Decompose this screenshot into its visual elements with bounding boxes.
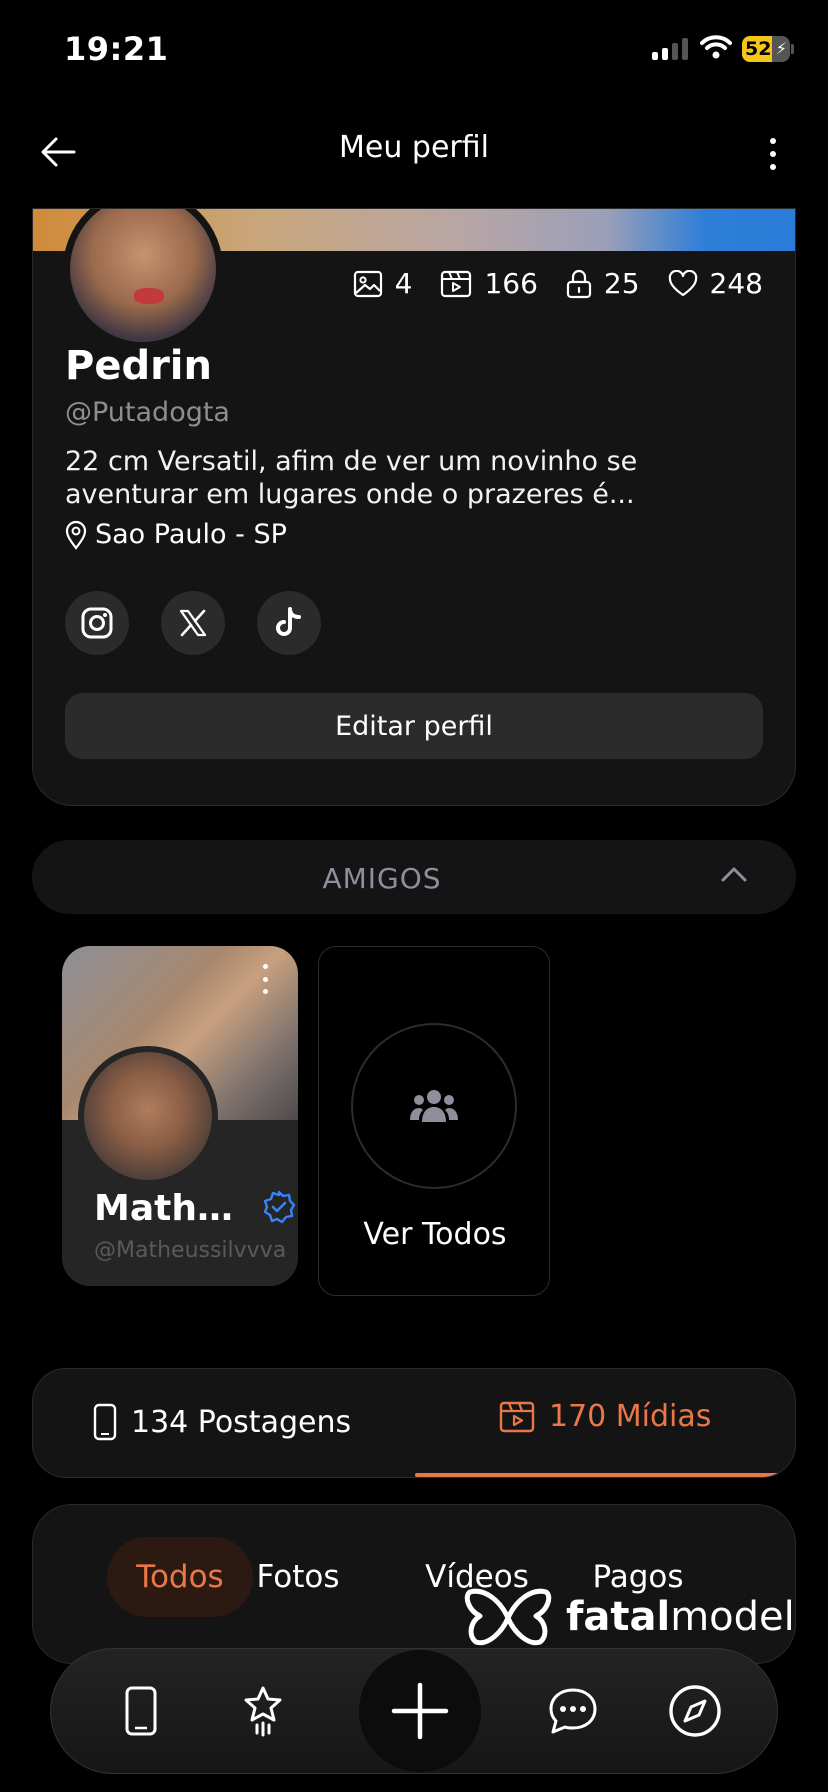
active-tab-indicator	[415, 1473, 795, 1477]
friend-name: Matheu...	[94, 1188, 254, 1229]
stat-videos-count: 166	[484, 267, 538, 300]
see-all-circle	[351, 1023, 517, 1189]
watermark-text: fatalmodel	[566, 1594, 795, 1640]
instagram-icon	[81, 607, 113, 639]
filter-photos[interactable]: Fotos	[243, 1537, 353, 1617]
tab-posts-label: 134 Postagens	[131, 1404, 352, 1440]
phone-icon	[93, 1403, 117, 1441]
friend-handle: @Matheussilvvva	[94, 1238, 287, 1263]
fatalmodel-watermark: fatalmodel	[462, 1584, 795, 1650]
see-all-friends-card[interactable]: Ver Todos	[318, 946, 550, 1296]
stat-locked-count: 25	[603, 267, 640, 300]
wifi-icon	[700, 35, 732, 59]
watermark-light: model	[670, 1594, 795, 1640]
friend-avatar[interactable]	[78, 1046, 218, 1186]
tiktok-button[interactable]	[257, 591, 321, 655]
tab-posts[interactable]: 134 Postagens	[93, 1403, 351, 1441]
media-icon	[499, 1401, 535, 1432]
content-tabs: 134 Postagens 170 Mídias	[32, 1368, 796, 1478]
stat-photos: 4	[353, 267, 413, 300]
stat-likes-count: 248	[709, 267, 763, 300]
watermark-bold: fatal	[566, 1594, 671, 1640]
status-time: 19:21	[64, 30, 169, 68]
edit-profile-button[interactable]: Editar perfil	[65, 693, 763, 759]
profile-name: Pedrin	[65, 343, 212, 389]
tab-media-label: 170 Mídias	[549, 1399, 712, 1434]
x-button[interactable]	[161, 591, 225, 655]
avatar[interactable]	[63, 209, 223, 349]
stat-likes: 248	[668, 267, 763, 300]
profile-handle: @Putadogta	[65, 397, 230, 428]
video-icon	[441, 270, 472, 297]
location-text: Sao Paulo - SP	[95, 519, 287, 550]
filter-all[interactable]: Todos	[107, 1537, 253, 1617]
location-pin-icon	[65, 520, 87, 550]
battery-level: 52	[745, 38, 772, 60]
page-title: Meu perfil	[339, 130, 489, 165]
profile-location: Sao Paulo - SP	[65, 519, 287, 550]
lock-icon	[566, 269, 592, 298]
friend-card[interactable]: Matheu... @Matheussilvvva	[62, 946, 298, 1286]
battery-nub	[791, 44, 794, 54]
friends-section-header[interactable]: AMIGOS	[32, 840, 796, 914]
tiktok-icon	[276, 607, 301, 636]
profile-card: 4 166 25 248 Pedrin @Putadogta 22 cm Ver…	[32, 208, 796, 806]
nav-create[interactable]	[359, 1650, 481, 1772]
star-icon	[244, 1686, 282, 1737]
nav-messages[interactable]	[541, 1679, 605, 1743]
nav-feed[interactable]	[109, 1679, 173, 1743]
users-group-icon	[410, 1090, 458, 1122]
bottom-navigation	[50, 1648, 778, 1774]
nav-explore[interactable]	[663, 1679, 727, 1743]
see-all-label: Ver Todos	[363, 1217, 507, 1252]
tab-media[interactable]: 170 Mídias	[499, 1399, 711, 1434]
stat-photos-count: 4	[394, 267, 413, 300]
compass-icon	[669, 1685, 721, 1737]
stat-videos: 166	[440, 267, 538, 300]
butterfly-logo-icon	[464, 1588, 552, 1646]
cellular-signal-icon	[652, 36, 688, 60]
profile-stats: 4 166 25 248	[353, 267, 763, 300]
battery-icon: 52 ⚡	[742, 36, 790, 62]
plus-icon	[391, 1682, 449, 1740]
phone-icon	[125, 1686, 157, 1736]
x-icon	[179, 609, 207, 637]
friends-title: AMIGOS	[322, 862, 442, 895]
image-icon	[353, 270, 382, 297]
friend-more-icon[interactable]	[258, 964, 272, 994]
verified-badge-icon	[263, 1190, 296, 1224]
stat-locked: 25	[566, 267, 640, 300]
profile-bio[interactable]: 22 cm Versatil, afim de ver um novinho s…	[65, 445, 705, 511]
chevron-up-icon[interactable]	[720, 864, 748, 884]
instagram-button[interactable]	[65, 591, 129, 655]
nav-favorites[interactable]	[231, 1679, 295, 1743]
chat-icon	[549, 1688, 597, 1734]
more-options-icon[interactable]	[758, 134, 788, 174]
heart-icon	[668, 269, 697, 296]
